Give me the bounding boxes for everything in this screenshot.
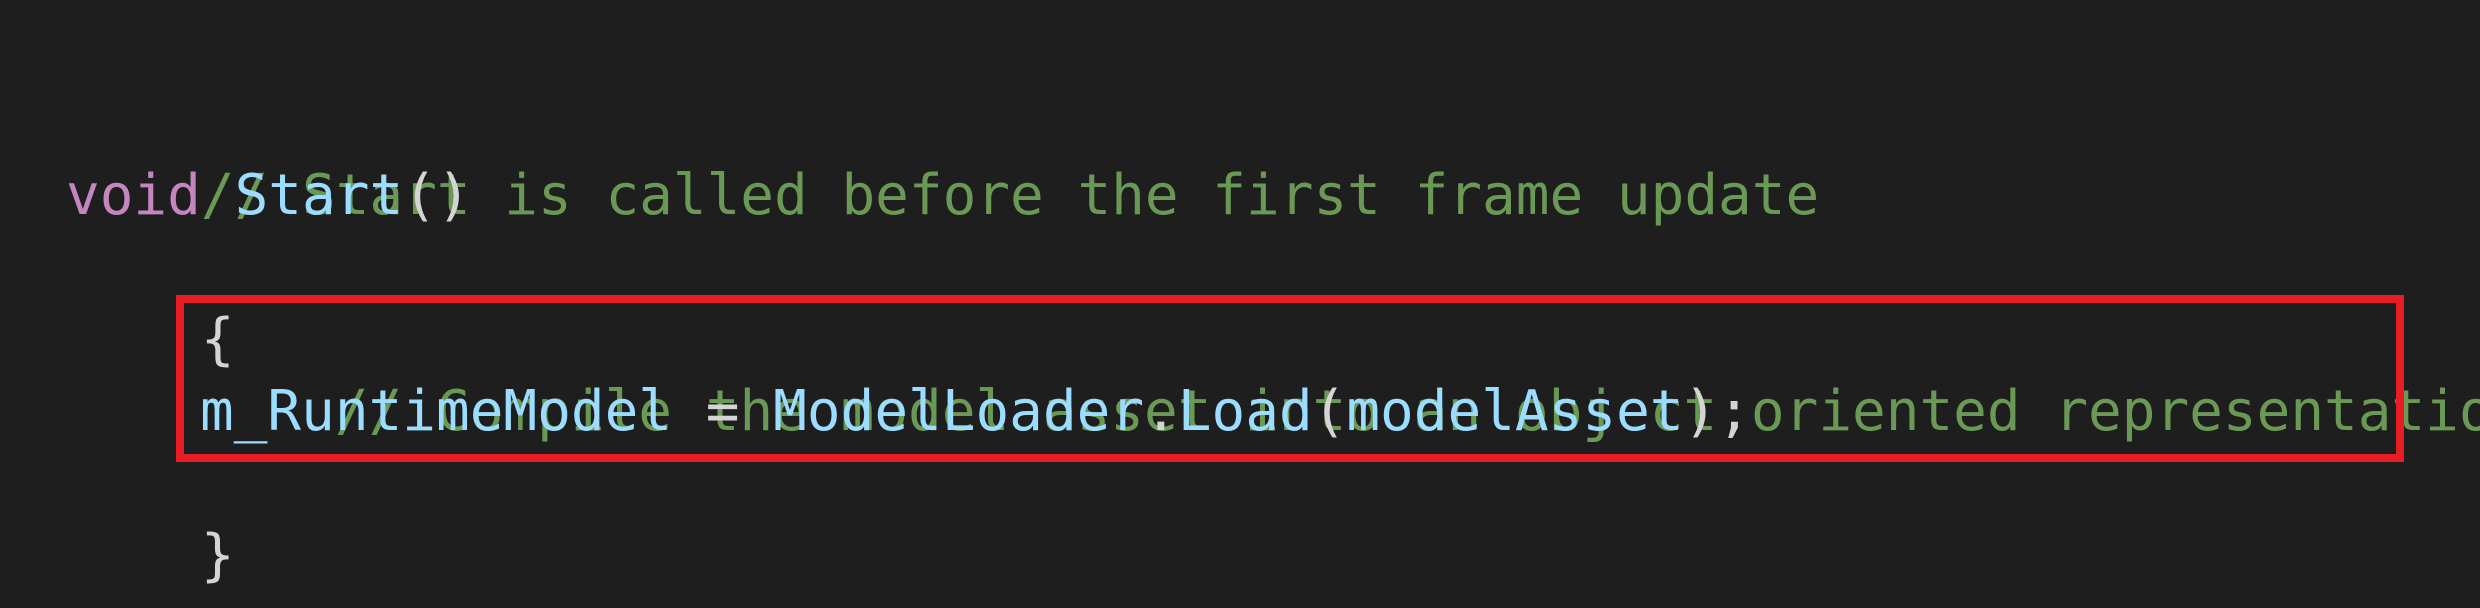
open-paren: (: [1312, 379, 1347, 444]
keyword-void: void: [66, 163, 201, 228]
assignment-operator: =: [672, 379, 774, 444]
class-model-loader: ModelLoader: [773, 379, 1145, 444]
close-paren-semicolon: );: [1683, 379, 1751, 444]
code-line-3: {: [66, 232, 235, 372]
method-name-start: Start: [234, 163, 404, 228]
argument-model-asset: modelAsset: [1346, 379, 1684, 444]
method-load: Load: [1177, 379, 1313, 444]
code-line-2: void Start(): [66, 160, 471, 232]
code-line-4: // Compile the model asset into an objec…: [200, 304, 2480, 444]
code-line-5: m_RuntimeModel = ModelLoader.Load(modelA…: [200, 376, 1751, 448]
close-brace: }: [200, 523, 235, 588]
variable-runtime-model: m_RuntimeModel: [200, 379, 673, 444]
parentheses: (): [403, 163, 471, 228]
code-line-6: }: [66, 448, 235, 588]
code-line-1: // Start is called before the first fram…: [66, 88, 1819, 228]
member-dot: .: [1144, 379, 1178, 444]
code-editor: // Start is called before the first fram…: [0, 0, 2480, 608]
